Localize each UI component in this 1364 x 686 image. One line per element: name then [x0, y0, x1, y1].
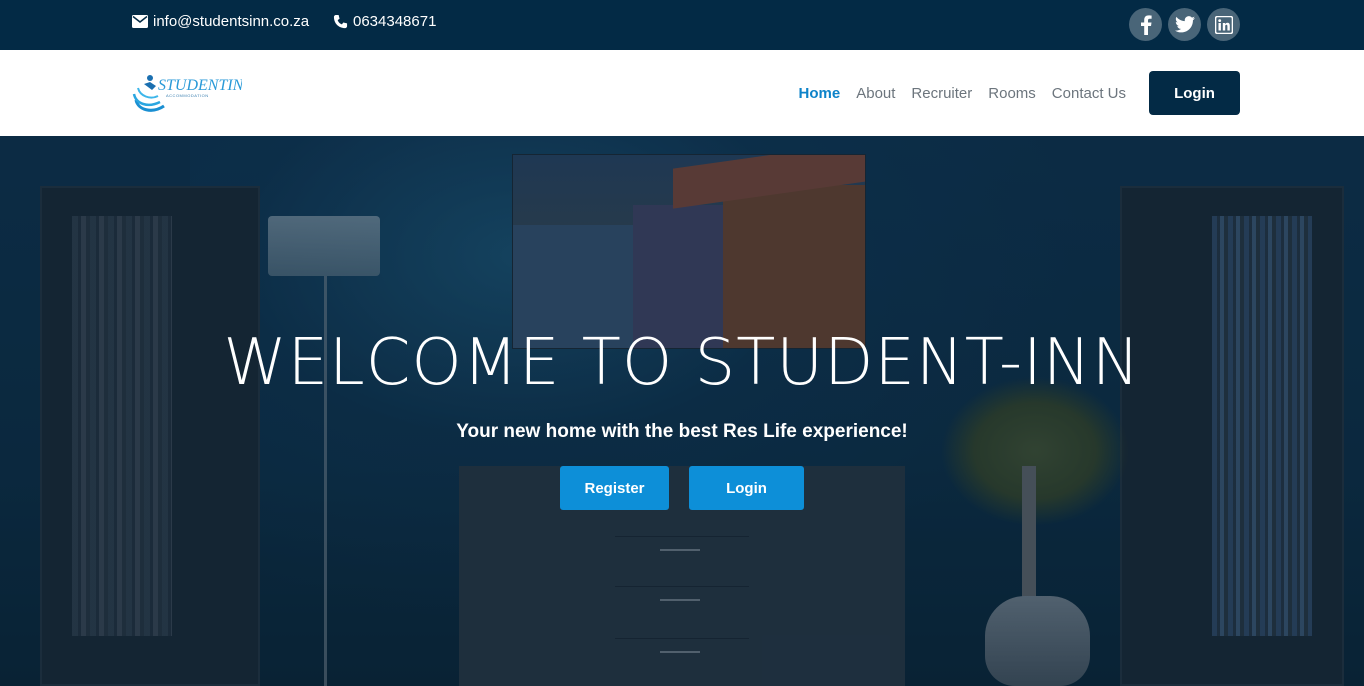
twitter-icon[interactable]	[1168, 8, 1201, 41]
nav-menu: Home About Recruiter Rooms Contact Us	[799, 50, 1126, 136]
nav-link-home[interactable]: Home	[799, 85, 841, 102]
hero-section: WELCOME TO STUDENT-INN Your new home wit…	[0, 136, 1364, 686]
logo-tagline: ACCOMMODATION	[166, 93, 209, 98]
main-navbar: STUDENTINN ACCOMMODATION Home About Recr…	[0, 50, 1364, 136]
hero-title: WELCOME TO STUDENT-INN	[223, 326, 1141, 400]
logo-text: STUDENTINN	[158, 77, 242, 94]
envelope-icon	[132, 14, 148, 28]
nav-link-recruiter[interactable]: Recruiter	[911, 85, 972, 102]
phone-icon	[333, 14, 348, 28]
studentinn-logo[interactable]: STUDENTINN ACCOMMODATION	[132, 70, 255, 116]
register-button[interactable]: Register	[560, 466, 669, 510]
top-contact-bar: info@studentsinn.co.za 0634348671	[0, 0, 1364, 50]
nav-link-rooms[interactable]: Rooms	[988, 85, 1036, 102]
navbar-login-button[interactable]: Login	[1149, 71, 1240, 115]
phone-contact[interactable]: 0634348671	[333, 11, 436, 31]
facebook-icon[interactable]	[1129, 8, 1162, 41]
email-text: info@studentsinn.co.za	[153, 12, 310, 30]
hero-login-button[interactable]: Login	[689, 466, 804, 510]
linkedin-icon[interactable]	[1207, 8, 1240, 41]
nav-link-about[interactable]: About	[856, 85, 895, 102]
social-links	[1129, 8, 1240, 41]
hero-overlay	[0, 136, 1364, 686]
phone-text: 0634348671	[353, 12, 437, 30]
hero-subtitle: Your new home with the best Res Life exp…	[456, 421, 908, 442]
email-contact[interactable]: info@studentsinn.co.za	[132, 11, 309, 31]
nav-link-contact-us[interactable]: Contact Us	[1052, 85, 1126, 102]
